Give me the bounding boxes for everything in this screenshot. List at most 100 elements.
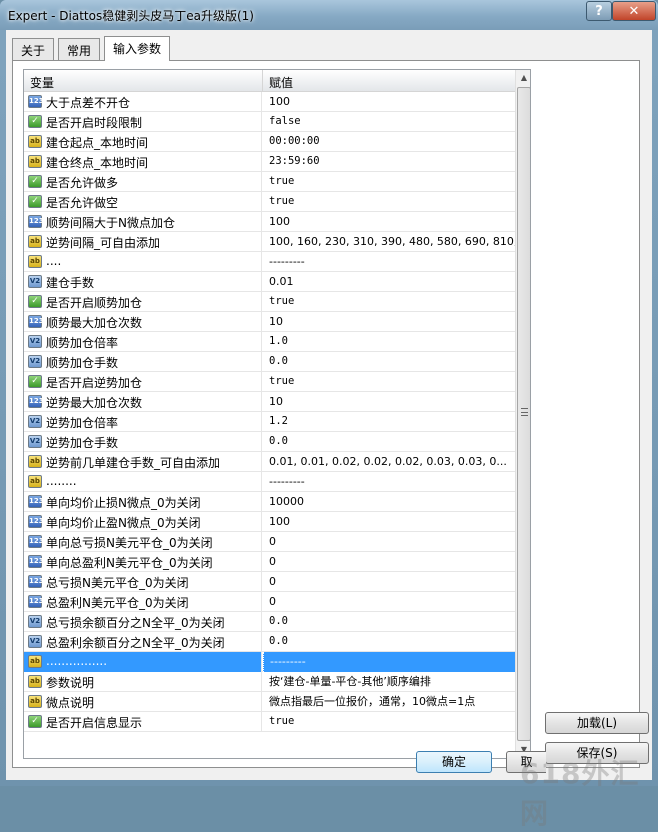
table-row[interactable]: ab 参数说明 按‘建仓-单量-平仓-其他’顺序编排 <box>24 672 515 692</box>
table-row[interactable]: 123 单向总盈利N美元平仓_0为关闭 0 <box>24 552 515 572</box>
column-header-variable[interactable]: 变量 <box>30 74 54 91</box>
ok-button[interactable]: 确定 <box>416 751 492 773</box>
table-row[interactable]: ab........ --------- <box>24 472 515 492</box>
variable-cell[interactable]: ✓ 是否开启逆势加仓 <box>24 372 262 392</box>
variable-cell[interactable]: ab 建仓起点_本地时间 <box>24 132 262 152</box>
value-cell[interactable]: true <box>263 712 515 732</box>
column-header-value[interactable]: 赋值 <box>269 74 293 91</box>
close-button[interactable]: ✕ <box>612 1 656 21</box>
variable-cell[interactable]: ✓ 是否开启顺势加仓 <box>24 292 262 312</box>
value-cell[interactable]: true <box>263 292 515 312</box>
value-cell[interactable]: true <box>263 172 515 192</box>
variable-cell[interactable]: 123 单向总亏损N美元平仓_0为关闭 <box>24 532 262 552</box>
variable-cell[interactable]: ab........ <box>24 472 262 492</box>
table-row[interactable]: ab 微点说明 微点指最后一位报价，通常，10微点=1点 <box>24 692 515 712</box>
table-row[interactable]: V2 顺势加仓倍率 1.0 <box>24 332 515 352</box>
variable-cell[interactable]: ✓ 是否允许做多 <box>24 172 262 192</box>
variable-cell[interactable]: ✓ 是否开启信息显示 <box>24 712 262 732</box>
table-row[interactable]: ✓ 是否开启顺势加仓 true <box>24 292 515 312</box>
table-row[interactable]: ✓ 是否开启信息显示 true <box>24 712 515 732</box>
value-cell[interactable]: 按‘建仓-单量-平仓-其他’顺序编排 <box>263 672 515 692</box>
value-cell[interactable]: 00:00:00 <box>263 132 515 152</box>
column-separator[interactable] <box>262 70 263 92</box>
vertical-scrollbar[interactable]: ▲ ▼ <box>515 70 530 758</box>
table-row[interactable]: V2 逆势加仓手数 0.0 <box>24 432 515 452</box>
tab-inputs[interactable]: 输入参数 <box>104 36 171 61</box>
table-row[interactable]: V2 逆势加仓倍率 1.2 <box>24 412 515 432</box>
table-row[interactable]: ✓ 是否开启时段限制 false <box>24 112 515 132</box>
table-row[interactable]: ✓ 是否允许做空 true <box>24 192 515 212</box>
table-row[interactable]: V2 建仓手数 0.01 <box>24 272 515 292</box>
table-row[interactable]: 123 逆势最大加仓次数 10 <box>24 392 515 412</box>
variable-cell[interactable]: ✓ 是否开启时段限制 <box>24 112 262 132</box>
value-cell[interactable]: 0.01, 0.01, 0.02, 0.02, 0.02, 0.03, 0.03… <box>263 452 515 472</box>
tab-common[interactable]: 常用 <box>58 38 101 60</box>
variable-cell[interactable]: V2 顺势加仓手数 <box>24 352 262 372</box>
value-cell[interactable]: 0 <box>263 532 515 552</box>
variable-cell[interactable]: ab 参数说明 <box>24 672 262 692</box>
table-row[interactable]: 123 顺势最大加仓次数 10 <box>24 312 515 332</box>
value-cell[interactable]: 微点指最后一位报价，通常，10微点=1点 <box>263 692 515 712</box>
value-cell[interactable]: 10000 <box>263 492 515 512</box>
table-row[interactable]: ab................ --------- <box>24 652 515 672</box>
table-row[interactable]: 123 大于点差不开仓 100 <box>24 92 515 112</box>
value-cell[interactable]: 23:59:60 <box>263 152 515 172</box>
scroll-up-icon[interactable]: ▲ <box>517 70 530 86</box>
variable-cell[interactable]: V2 建仓手数 <box>24 272 262 292</box>
variable-cell[interactable]: 123 单向总盈利N美元平仓_0为关闭 <box>24 552 262 572</box>
variable-cell[interactable]: ab 建仓终点_本地时间 <box>24 152 262 172</box>
variable-cell[interactable]: 123 顺势间隔大于N微点加仓 <box>24 212 262 232</box>
help-button[interactable]: ? <box>586 1 612 21</box>
value-cell[interactable]: 0.01 <box>263 272 515 292</box>
load-button[interactable]: 加载(L) <box>545 712 649 734</box>
value-cell[interactable]: 0.0 <box>263 632 515 652</box>
variable-cell[interactable]: V2 逆势加仓倍率 <box>24 412 262 432</box>
value-cell[interactable]: 10 <box>263 312 515 332</box>
table-row[interactable]: 123 单向总亏损N美元平仓_0为关闭 0 <box>24 532 515 552</box>
value-cell[interactable]: 100 <box>263 512 515 532</box>
variable-cell[interactable]: V2 总亏损余额百分之N全平_0为关闭 <box>24 612 262 632</box>
value-cell[interactable]: 0.0 <box>263 352 515 372</box>
value-cell[interactable]: 100 <box>263 212 515 232</box>
value-cell[interactable]: 1.0 <box>263 332 515 352</box>
table-row[interactable]: ab 建仓起点_本地时间 00:00:00 <box>24 132 515 152</box>
variable-cell[interactable]: 123 总亏损N美元平仓_0为关闭 <box>24 572 262 592</box>
variable-cell[interactable]: 123 大于点差不开仓 <box>24 92 262 112</box>
value-cell[interactable]: 0 <box>263 552 515 572</box>
table-row[interactable]: ab 逆势前几单建仓手数_可自由添加 0.01, 0.01, 0.02, 0.02,… <box>24 452 515 472</box>
variable-cell[interactable]: 123 单向均价止盈N微点_0为关闭 <box>24 512 262 532</box>
value-cell[interactable]: 10 <box>263 392 515 412</box>
value-cell[interactable]: 0.0 <box>263 612 515 632</box>
value-cell[interactable]: true <box>263 192 515 212</box>
variable-cell[interactable]: 123 逆势最大加仓次数 <box>24 392 262 412</box>
table-row[interactable]: ab.... --------- <box>24 252 515 272</box>
variable-cell[interactable]: ab 逆势间隔_可自由添加 <box>24 232 262 252</box>
variable-cell[interactable]: ab.... <box>24 252 262 272</box>
value-cell[interactable]: 100, 160, 230, 310, 390, 480, 580, 690, … <box>263 232 515 252</box>
scroll-thumb[interactable] <box>517 87 530 741</box>
value-cell[interactable]: 100 <box>263 92 515 112</box>
variable-cell[interactable]: ab 微点说明 <box>24 692 262 712</box>
value-cell[interactable]: --------- <box>263 252 515 272</box>
variable-cell[interactable]: V2 顺势加仓倍率 <box>24 332 262 352</box>
table-row[interactable]: 123 总盈利N美元平仓_0为关闭 0 <box>24 592 515 612</box>
value-cell[interactable]: --------- <box>263 652 515 672</box>
value-cell[interactable]: 0 <box>263 572 515 592</box>
table-row[interactable]: 123 单向均价止盈N微点_0为关闭 100 <box>24 512 515 532</box>
table-row[interactable]: ✓ 是否开启逆势加仓 true <box>24 372 515 392</box>
value-cell[interactable]: 0.0 <box>263 432 515 452</box>
table-row[interactable]: 123 总亏损N美元平仓_0为关闭 0 <box>24 572 515 592</box>
value-cell[interactable]: 0 <box>263 592 515 612</box>
variable-cell[interactable]: 123 单向均价止损N微点_0为关闭 <box>24 492 262 512</box>
variable-cell[interactable]: 123 总盈利N美元平仓_0为关闭 <box>24 592 262 612</box>
title-bar[interactable]: Expert - Diattos稳健剥头皮马丁ea升级版(1) ? ✕ <box>0 0 658 30</box>
variable-cell[interactable]: V2 总盈利余额百分之N全平_0为关闭 <box>24 632 262 652</box>
value-cell[interactable]: --------- <box>263 472 515 492</box>
variable-cell[interactable]: 123 顺势最大加仓次数 <box>24 312 262 332</box>
variable-cell[interactable]: ab................ <box>24 652 262 672</box>
variable-cell[interactable]: ✓ 是否允许做空 <box>24 192 262 212</box>
value-cell[interactable]: false <box>263 112 515 132</box>
table-row[interactable]: ab 逆势间隔_可自由添加 100, 160, 230, 310, 390, 480… <box>24 232 515 252</box>
table-row[interactable]: 123 顺势间隔大于N微点加仓 100 <box>24 212 515 232</box>
table-row[interactable]: V2 顺势加仓手数 0.0 <box>24 352 515 372</box>
